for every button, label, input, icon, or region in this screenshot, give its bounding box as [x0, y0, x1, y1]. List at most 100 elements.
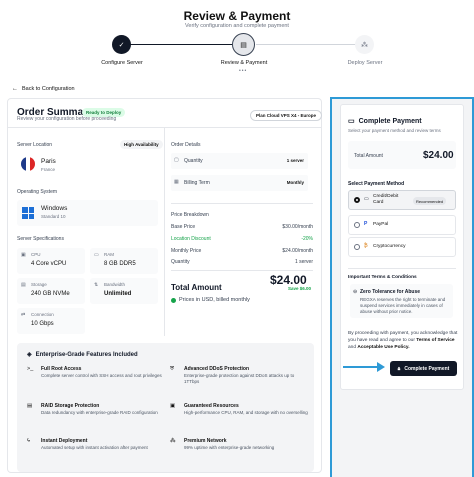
monthly-price-label: Monthly Price [171, 248, 202, 254]
step-review-circle[interactable]: ▤ [232, 33, 255, 56]
billing-term-row: ▦ Billing Term Monthly [171, 175, 308, 191]
price-breakdown-title: Price Breakdown [171, 212, 209, 218]
monthly-price-value: $24.00/month [282, 248, 313, 254]
payment-option-crypto[interactable]: ₿ Cryptocurrency [348, 237, 456, 257]
details-divider [171, 203, 313, 204]
nodes-icon: ⁂ [361, 41, 368, 49]
savings-text: Save $6.00 [288, 286, 312, 291]
feature-title: Full Root Access [41, 366, 82, 372]
feature-title: Advanced DDoS Protection [184, 366, 250, 372]
complete-payment-button[interactable]: 🔒︎ Complete Payment [390, 361, 457, 376]
price-quantity-value: 1 server [294, 259, 313, 265]
bitcoin-icon: ₿ [364, 243, 368, 249]
terms-of-service-link[interactable]: Terms of Service [416, 338, 454, 343]
payment-option-paypal[interactable]: P PayPal [348, 215, 456, 235]
payment-option-card[interactable]: ▭ Credit/Debit Card Recommended [348, 190, 456, 210]
windows-icon [22, 207, 34, 219]
zero-tolerance-desc: REGXA reserves the right to terminate an… [360, 297, 446, 315]
lock-icon: 🔒︎ [397, 365, 401, 372]
currency-note: Prices in USD, billed monthly [171, 297, 250, 303]
document-icon: ▤ [240, 41, 247, 49]
step-label-configure: Configure Server [101, 60, 143, 66]
feature-desc: High-performance CPU, RAM, and storage w… [184, 410, 308, 415]
pointer-arrow-icon [343, 362, 385, 372]
spec-ram: ▭ RAM 8 GB DDR5 [90, 248, 158, 274]
server-location-label: Server Location [17, 142, 53, 148]
spec-cpu: ▣ CPU 4 Core vCPU [17, 248, 85, 274]
step-configure-circle[interactable]: ✓ [112, 35, 131, 54]
connection-icon: ⇄ [21, 312, 26, 318]
page-subtitle: Verify configuration and complete paymen… [185, 23, 289, 29]
plan-pill: Plan Cloud VPS X4 - Europe [250, 110, 323, 121]
quantity-value: 1 server [286, 158, 304, 163]
feature-desc: 99% uptime with enterprise-grade network… [184, 445, 275, 450]
feature-title: RAID Storage Protection [41, 403, 100, 409]
location-discount-label: Location Discount [171, 236, 211, 242]
order-details-title: Order Details [171, 142, 201, 148]
france-flag-icon [21, 157, 35, 171]
radio-unselected[interactable] [354, 222, 360, 228]
feature-desc: Complete server control with SSH access … [41, 373, 162, 378]
step-label-review: Review & Payment [220, 60, 268, 66]
spec-connection-title: Connection [31, 312, 54, 317]
cpu-icon: ▣ [21, 252, 26, 258]
terminal-icon: >_ [27, 366, 34, 372]
step-deploy-circle[interactable]: ⁂ [355, 35, 374, 54]
spec-cpu-value: 4 Core vCPU [31, 261, 67, 267]
resources-icon: ▣ [170, 403, 176, 409]
location-discount-row: Location Discount -20% [171, 236, 313, 242]
and-text: and [348, 344, 357, 350]
spec-ram-title: RAM [104, 252, 114, 257]
spec-bandwidth-value: Unlimited [104, 291, 132, 297]
base-price-row: Base Price $30.00/month [171, 224, 313, 230]
payment-method-label: Select Payment Method [348, 181, 405, 187]
os-version: Standard 10 [41, 214, 66, 219]
terms-title: Important Terms & Conditions [348, 275, 417, 280]
price-quantity-row: Quantity 1 server [171, 259, 313, 265]
spec-cpu-title: CPU [31, 252, 41, 257]
feature-title: Instant Deployment [41, 438, 88, 444]
complete-payment-subtitle: Select your payment method and review te… [348, 128, 441, 133]
review-payment-page: Review & Payment Verify configuration an… [0, 0, 474, 477]
os-name: Windows [41, 205, 68, 212]
minus-circle-icon: ⊖ [353, 289, 358, 295]
payment-total-value: $24.00 [423, 150, 454, 161]
total-amount-label: Total Amount [171, 283, 222, 292]
monthly-price-row: Monthly Price $24.00/month [171, 248, 313, 254]
radio-selected[interactable] [354, 197, 360, 203]
acceptable-use-policy-link[interactable]: Acceptable Use Policy. [357, 345, 409, 350]
credit-card-icon: ▭ [348, 118, 355, 125]
proceed-notice: By proceeding with payment, you acknowle… [348, 331, 458, 352]
box-icon: ▢ [174, 157, 179, 163]
feature-title: Premium Network [184, 438, 227, 444]
os-label: Operating System [17, 189, 58, 195]
calendar-icon: ▦ [174, 179, 179, 185]
column-divider [164, 128, 165, 336]
price-quantity-label: Quantity [171, 259, 190, 265]
spec-storage: ▤ Storage 240 GB NVMe [17, 278, 85, 304]
feature-desc: Enterprise-grade protection against DDoS… [184, 373, 295, 385]
zero-tolerance-title: Zero Tolerance for Abuse [360, 289, 421, 295]
back-link-label: Back to Configuration [22, 86, 75, 92]
feature-desc: Data redundancy with enterprise-grade RA… [41, 410, 158, 415]
total-amount-value: $24.00 [270, 273, 307, 287]
order-summary-subtitle: Review your configuration before proceed… [17, 116, 117, 122]
step-label-deploy: Deploy Server [347, 60, 383, 66]
location-discount-value: -20% [301, 236, 313, 242]
shield-icon: ⛨ [170, 366, 175, 372]
feature-desc: Automated setup with instant activation … [41, 445, 148, 450]
base-price-value: $30.00/month [282, 224, 313, 230]
step-progress-dots: ••• [239, 68, 248, 74]
check-icon: ✓ [118, 41, 125, 49]
quantity-label: Quantity [184, 158, 203, 164]
credit-card-icon: ▭ [364, 196, 369, 202]
location-country: France [41, 167, 56, 172]
back-to-configuration-link[interactable]: ← Back to Configuration [12, 86, 75, 92]
payment-total-label: Total Amount [354, 153, 383, 159]
green-dot-icon [171, 297, 176, 303]
base-price-label: Base Price [171, 224, 196, 230]
arrow-left-icon: ← [12, 86, 18, 92]
recommended-badge: Recommended [413, 197, 447, 205]
radio-unselected[interactable] [354, 244, 360, 250]
paypal-icon: P [364, 221, 368, 227]
